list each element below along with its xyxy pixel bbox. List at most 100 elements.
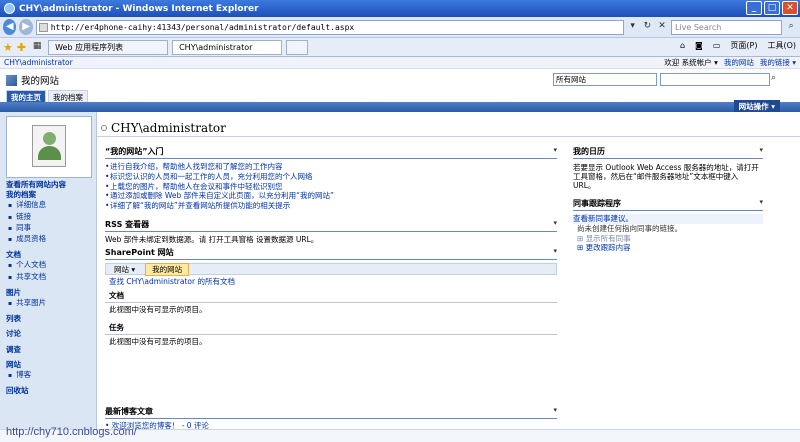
webpart-title: “我的网站”入门 <box>105 147 164 156</box>
webpart-title: 最新博客文章 <box>105 407 153 416</box>
sites-toolbar: 网站 ▾ 我的网站 <box>105 262 557 276</box>
my-site-tab[interactable]: 我的网站 <box>145 262 190 276</box>
calendar-webpart: 我的日历 ▾ 若要显示 Outlook Web Access 服务器的地址，请打开… <box>573 146 763 190</box>
sharepoint-page: CHY\administrator 欢迎 系统帐户 ▾ 我的网站 我的链接 ▾ … <box>0 57 800 442</box>
webpart-title: RSS 查看器 <box>105 220 150 229</box>
tab-bar: ★ ✚ ▦ Web 应用程序列表 CHY\administrator ⌂ ◙ ▭… <box>0 38 800 57</box>
intro-link[interactable]: 上载您的图片，帮助他人在会议和事件中轻松识别您 <box>105 182 557 192</box>
change-tracking-label: 更改跟踪内容 <box>585 243 631 253</box>
minimize-button[interactable]: _ <box>746 1 762 15</box>
nav-item[interactable]: 共享图片 <box>6 298 94 309</box>
nav-heading[interactable]: 网站 <box>6 360 94 370</box>
breadcrumb[interactable]: CHY\administrator <box>4 58 73 67</box>
global-bar: CHY\administrator 欢迎 系统帐户 ▾ 我的网站 我的链接 ▾ <box>0 57 800 69</box>
intro-link[interactable]: 通过添加或删除 Web 部件来自定义此页面，以充分利用“我的网站” <box>105 191 557 201</box>
nav-item[interactable]: 个人文档 <box>6 260 94 271</box>
refresh-icon[interactable]: ↻ <box>642 20 654 34</box>
page-icon <box>38 22 48 32</box>
nav-item[interactable]: 成员资格 <box>6 234 94 245</box>
close-button[interactable]: ✕ <box>782 1 798 15</box>
search-go-icon[interactable]: ⌕ <box>771 73 783 86</box>
webpart-title: 同事跟踪程序 <box>573 199 621 208</box>
quick-tabs-icon[interactable]: ▦ <box>30 40 44 54</box>
maximize-button[interactable]: □ <box>764 1 780 15</box>
webpart-title: SharePoint 网站 <box>105 248 174 257</box>
docs-empty: 此视图中没有可显示的项目。 <box>109 304 207 314</box>
nav-item[interactable]: 详细信息 <box>6 200 94 211</box>
site-actions-bar: 网站操作 ▾ <box>0 100 800 112</box>
webpart-menu-icon[interactable]: ▾ <box>759 146 763 154</box>
nav-heading[interactable]: 图片 <box>6 288 94 298</box>
site-actions-menu[interactable]: 网站操作 ▾ <box>733 100 780 112</box>
webpart-title: 我的日历 <box>573 147 605 156</box>
nav-heading[interactable]: 文档 <box>6 250 94 260</box>
getting-started-webpart: “我的网站”入门 ▾ 进行自我介绍，帮助他人找到您和了解您的工作内容 标识您认识的… <box>105 146 557 211</box>
live-search-input[interactable]: Live Search <box>670 19 783 35</box>
feeds-icon[interactable]: ◙ <box>695 41 703 50</box>
profile-photo <box>6 116 92 178</box>
site-search-input[interactable] <box>660 73 770 86</box>
back-icon[interactable]: ◀ <box>3 19 17 35</box>
add-favorites-icon[interactable]: ✚ <box>17 41 26 54</box>
nav-heading[interactable]: 讨论 <box>6 329 94 339</box>
docs-heading: 文档 <box>105 289 557 303</box>
webpart-menu-icon[interactable]: ▾ <box>553 406 557 414</box>
nav-heading[interactable]: 回收站 <box>6 386 94 396</box>
show-all-colleagues-link[interactable]: ⊞ 显示所有同事 <box>573 234 763 244</box>
dropdown-icon[interactable]: ▾ <box>627 20 639 34</box>
watermark-url: http://chy710.cnblogs.com/ <box>6 426 137 438</box>
tasks-heading: 任务 <box>105 321 557 335</box>
search-icon[interactable]: ⌕ <box>785 20 797 34</box>
webpart-menu-icon[interactable]: ▾ <box>553 219 557 227</box>
my-site-link[interactable]: 我的网站 <box>724 57 754 68</box>
find-docs-link[interactable]: 查找 CHY\administrator 的所有文档 <box>105 277 557 287</box>
nav-item[interactable]: 共享文档 <box>6 272 94 283</box>
url-field[interactable]: http://er4phone-caihy:41343/personal/adm… <box>35 19 624 35</box>
show-all-label: 显示所有同事 <box>585 233 631 243</box>
nav-heading[interactable]: 列表 <box>6 314 94 324</box>
forward-icon[interactable]: ▶ <box>19 19 33 35</box>
home-icon[interactable]: ⌂ <box>680 41 685 50</box>
window-titlebar: CHY\administrator - Windows Internet Exp… <box>0 0 800 17</box>
rss-message: Web 部件未绑定到数据源。请 打开工具窗格 设置数据源 URL。 <box>105 235 319 244</box>
intro-link[interactable]: 标识您认识的人员和一起工作的人员，充分利用您的个人网络 <box>105 172 557 182</box>
page-title: CHY\administrator <box>111 121 226 135</box>
blog-webpart: 最新博客文章 ▾ • 欢迎浏览您的博客！ - 0 评论 <box>105 406 557 431</box>
suggestions-link[interactable]: 查看新同事建议。 <box>573 214 763 224</box>
no-colleagues-note: 尚未创建任何指向同事的链接。 <box>577 223 682 233</box>
intro-link[interactable]: 进行自我介绍，帮助他人找到您和了解您的工作内容 <box>105 162 557 172</box>
nav-heading[interactable]: 我的档案 <box>6 190 94 200</box>
new-tab-button[interactable] <box>286 39 309 55</box>
page-menu[interactable]: 页面(P) <box>730 40 757 51</box>
address-bar: ◀ ▶ http://er4phone-caihy:41343/personal… <box>0 17 800 38</box>
avatar[interactable] <box>32 125 66 167</box>
tools-menu[interactable]: 工具(O) <box>767 40 796 51</box>
nav-heading[interactable]: 调查 <box>6 345 94 355</box>
favorites-star-icon[interactable]: ★ <box>3 41 13 54</box>
site-logo-icon <box>6 74 17 86</box>
bullet-icon <box>101 125 107 131</box>
tab-web-apps[interactable]: Web 应用程序列表 <box>48 39 169 55</box>
tab-chy-admin[interactable]: CHY\administrator <box>172 39 283 55</box>
webpart-menu-icon[interactable]: ▾ <box>553 146 557 154</box>
print-icon[interactable]: ▭ <box>713 41 721 50</box>
sites-dropdown[interactable]: 网站 ▾ <box>110 264 139 275</box>
ie-logo-icon <box>4 3 15 14</box>
webpart-menu-icon[interactable]: ▾ <box>759 198 763 206</box>
intro-link[interactable]: 详细了解“我的网站”并查看网站所提供功能的相关提示 <box>105 201 557 211</box>
site-header: 我的网站 所有网站 ⌕ 我的主页 我的档案 <box>0 69 800 105</box>
nav-item[interactable]: 同事 <box>6 223 94 234</box>
nav-heading[interactable]: 查看所有网站内容 <box>6 180 94 190</box>
welcome-menu[interactable]: 欢迎 系统帐户 ▾ <box>664 57 718 68</box>
webpart-menu-icon[interactable]: ▾ <box>553 247 557 255</box>
search-scope-select[interactable]: 所有网站 <box>553 73 657 86</box>
site-title[interactable]: 我的网站 <box>21 73 59 87</box>
nav-item[interactable]: 博客 <box>6 370 94 381</box>
nav-item[interactable]: 链接 <box>6 212 94 223</box>
colleague-tracker-webpart: 同事跟踪程序 ▾ 查看新同事建议。 尚未创建任何指向同事的链接。 ⊞ 显示所有同事… <box>573 198 763 253</box>
change-tracking-link[interactable]: ⊞ 更改跟踪内容 <box>573 243 763 253</box>
my-links-menu[interactable]: 我的链接 ▾ <box>760 57 796 68</box>
url-text: http://er4phone-caihy:41343/personal/adm… <box>50 22 355 32</box>
stop-icon[interactable]: ✕ <box>656 20 668 34</box>
rss-viewer-webpart: RSS 查看器 ▾ Web 部件未绑定到数据源。请 打开工具窗格 设置数据源 UR… <box>105 219 557 245</box>
